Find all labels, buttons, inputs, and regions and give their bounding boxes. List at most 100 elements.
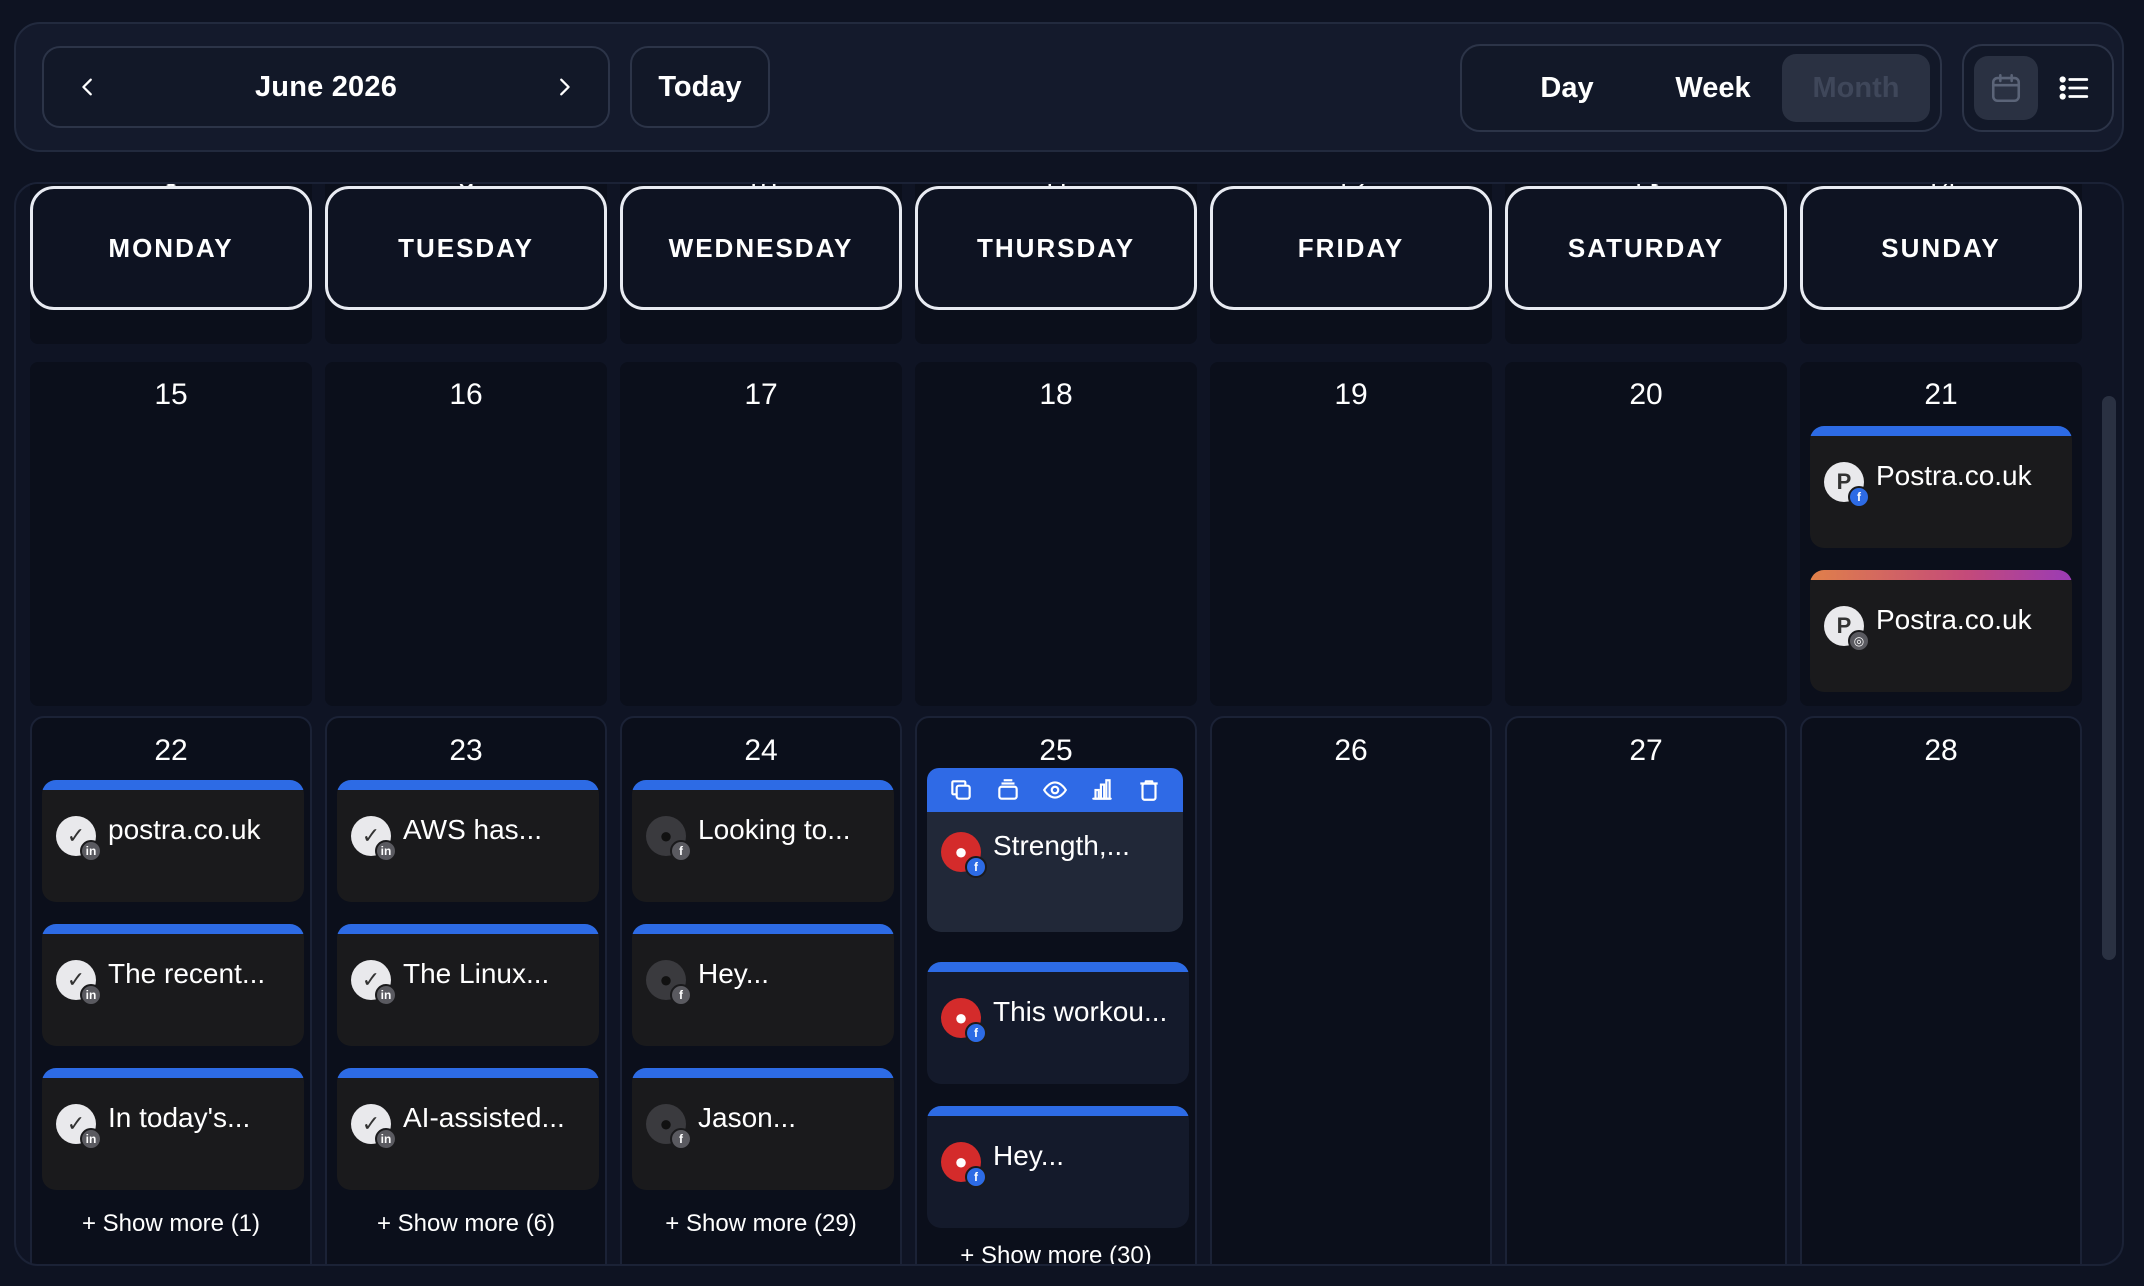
day-cell[interactable]: 23 ✓ in AWS has... ✓ in The Linux... ✓ i…	[325, 716, 607, 1264]
post-title: In today's...	[108, 1102, 251, 1133]
post-card[interactable]: P ◎ Postra.co.uk	[1810, 570, 2072, 692]
trash-icon[interactable]	[1134, 775, 1164, 805]
post-card[interactable]: ● f Hey...	[632, 924, 894, 1046]
day-cell[interactable]: 25 ● f Strength,... ● f This workou... ●…	[915, 716, 1197, 1264]
post-card[interactable]: ✓ in The Linux...	[337, 924, 599, 1046]
duplicate-icon[interactable]	[946, 775, 976, 805]
weekday-label: FRIDAY	[1210, 186, 1492, 310]
view-day-button[interactable]: Day	[1502, 54, 1632, 122]
post-actions-toolbar	[927, 768, 1183, 812]
day-cell[interactable]: 24 ● f Looking to... ● f Hey... ● f Jaso…	[620, 716, 902, 1264]
month-grid: 8 MONDAY 9 TUESDAY 10 WEDNESDAY 11 THURS…	[14, 182, 2124, 1266]
facebook-icon: f	[965, 1166, 987, 1188]
day-header-friday: 12 FRIDAY	[1210, 184, 1492, 344]
post-card[interactable]: ✓ in In today's...	[42, 1068, 304, 1190]
day-number: 16	[449, 378, 483, 411]
linkedin-icon: in	[80, 1128, 102, 1150]
weekday-label: THURSDAY	[915, 186, 1197, 310]
day-cell[interactable]: 19	[1210, 362, 1492, 706]
show-more-link[interactable]: + Show more (29)	[622, 1210, 900, 1238]
account-avatar: ● f	[646, 960, 692, 1006]
linkedin-icon: in	[375, 1128, 397, 1150]
post-card[interactable]: ✓ in The recent...	[42, 924, 304, 1046]
list-mode-button[interactable]	[2042, 56, 2106, 120]
post-card[interactable]: ✓ in AWS has...	[337, 780, 599, 902]
day-cell[interactable]: 21 P f Postra.co.uk P ◎ Postra.co.uk	[1800, 362, 2082, 706]
day-number: 25	[1039, 734, 1073, 767]
view-week-button[interactable]: Week	[1648, 54, 1778, 122]
account-avatar: ● f	[646, 1104, 692, 1150]
weekday-label: WEDNESDAY	[620, 186, 902, 310]
day-cell[interactable]: 18	[915, 362, 1197, 706]
next-month-button[interactable]	[532, 48, 596, 126]
day-header-thursday: 11 THURSDAY	[915, 184, 1197, 344]
post-title: Looking to...	[698, 814, 851, 845]
view-month-button[interactable]: Month	[1782, 54, 1930, 122]
post-title: Jason...	[698, 1102, 797, 1133]
day-cell[interactable]: 22 ✓ in postra.co.uk ✓ in The recent... …	[30, 716, 312, 1264]
account-avatar: ✓ in	[56, 960, 102, 1006]
account-avatar: P f	[1824, 462, 1870, 508]
linkedin-icon: in	[375, 984, 397, 1006]
show-more-link[interactable]: + Show more (1)	[32, 1210, 310, 1238]
day-number: 26	[1334, 734, 1368, 767]
day-cell[interactable]: 26	[1210, 716, 1492, 1264]
post-card[interactable]: ✓ in AI-assisted...	[337, 1068, 599, 1190]
month-title: June 2026	[254, 70, 398, 103]
day-number: 21	[1924, 378, 1958, 411]
day-number: 17	[744, 378, 778, 411]
post-card[interactable]: ● f Looking to...	[632, 780, 894, 902]
day-number: 18	[1039, 378, 1073, 411]
month-navigator: June 2026	[42, 46, 610, 128]
day-number: 19	[1334, 378, 1368, 411]
cards-icon[interactable]	[993, 775, 1023, 805]
day-cell[interactable]: 27	[1505, 716, 1787, 1264]
post-title: Strength,...	[993, 830, 1130, 861]
post-title: The recent...	[108, 958, 266, 989]
day-cell[interactable]: 15	[30, 362, 312, 706]
linkedin-icon: in	[80, 984, 102, 1006]
linkedin-icon: in	[80, 840, 102, 862]
day-number: 15	[154, 378, 188, 411]
post-card[interactable]: ● f Hey...	[927, 1106, 1189, 1228]
post-card[interactable]: P f Postra.co.uk	[1810, 426, 2072, 548]
account-avatar: ✓ in	[56, 1104, 102, 1150]
chevron-right-icon	[560, 78, 570, 96]
post-title: This workou...	[993, 996, 1168, 1027]
post-card[interactable]: ● f Jason...	[632, 1068, 894, 1190]
day-cell[interactable]: 16	[325, 362, 607, 706]
post-title: The Linux...	[403, 958, 550, 989]
account-avatar: ✓ in	[56, 816, 102, 862]
show-more-link[interactable]: + Show more (30)	[917, 1242, 1195, 1264]
view-switcher: Day Week Month	[1460, 44, 1942, 132]
post-title: Postra.co.uk	[1876, 604, 2032, 635]
weekday-label: SATURDAY	[1505, 186, 1787, 310]
account-avatar: ● f	[646, 816, 692, 862]
post-title: Hey...	[993, 1140, 1065, 1171]
today-button[interactable]: Today	[630, 46, 770, 128]
post-title: postra.co.uk	[108, 814, 261, 845]
account-avatar: ● f	[941, 1142, 987, 1188]
weekday-label: TUESDAY	[325, 186, 607, 310]
prev-month-button[interactable]	[56, 48, 120, 126]
calendar-mode-button[interactable]	[1974, 56, 2038, 120]
show-more-link[interactable]: + Show more (6)	[327, 1210, 605, 1238]
post-title: Postra.co.uk	[1876, 460, 2032, 491]
day-number: 24	[744, 734, 778, 767]
day-cell[interactable]: 20	[1505, 362, 1787, 706]
account-avatar: ✓ in	[351, 960, 397, 1006]
eye-icon[interactable]	[1040, 775, 1070, 805]
day-number: 22	[154, 734, 188, 767]
day-number: 23	[449, 734, 483, 767]
day-cell[interactable]: 28	[1800, 716, 2082, 1264]
day-cell[interactable]: 17	[620, 362, 902, 706]
day-header-sunday: 14 SUNDAY	[1800, 184, 2082, 344]
vertical-scrollbar[interactable]	[2102, 396, 2116, 960]
account-avatar: ● f	[941, 832, 987, 878]
post-card[interactable]: ● f This workou...	[927, 962, 1189, 1084]
day-number: 27	[1629, 734, 1663, 767]
bar-chart-icon[interactable]	[1087, 775, 1117, 805]
account-avatar: P ◎	[1824, 606, 1870, 652]
post-card[interactable]: ✓ in postra.co.uk	[42, 780, 304, 902]
post-card-selected[interactable]: ● f Strength,...	[927, 812, 1183, 932]
